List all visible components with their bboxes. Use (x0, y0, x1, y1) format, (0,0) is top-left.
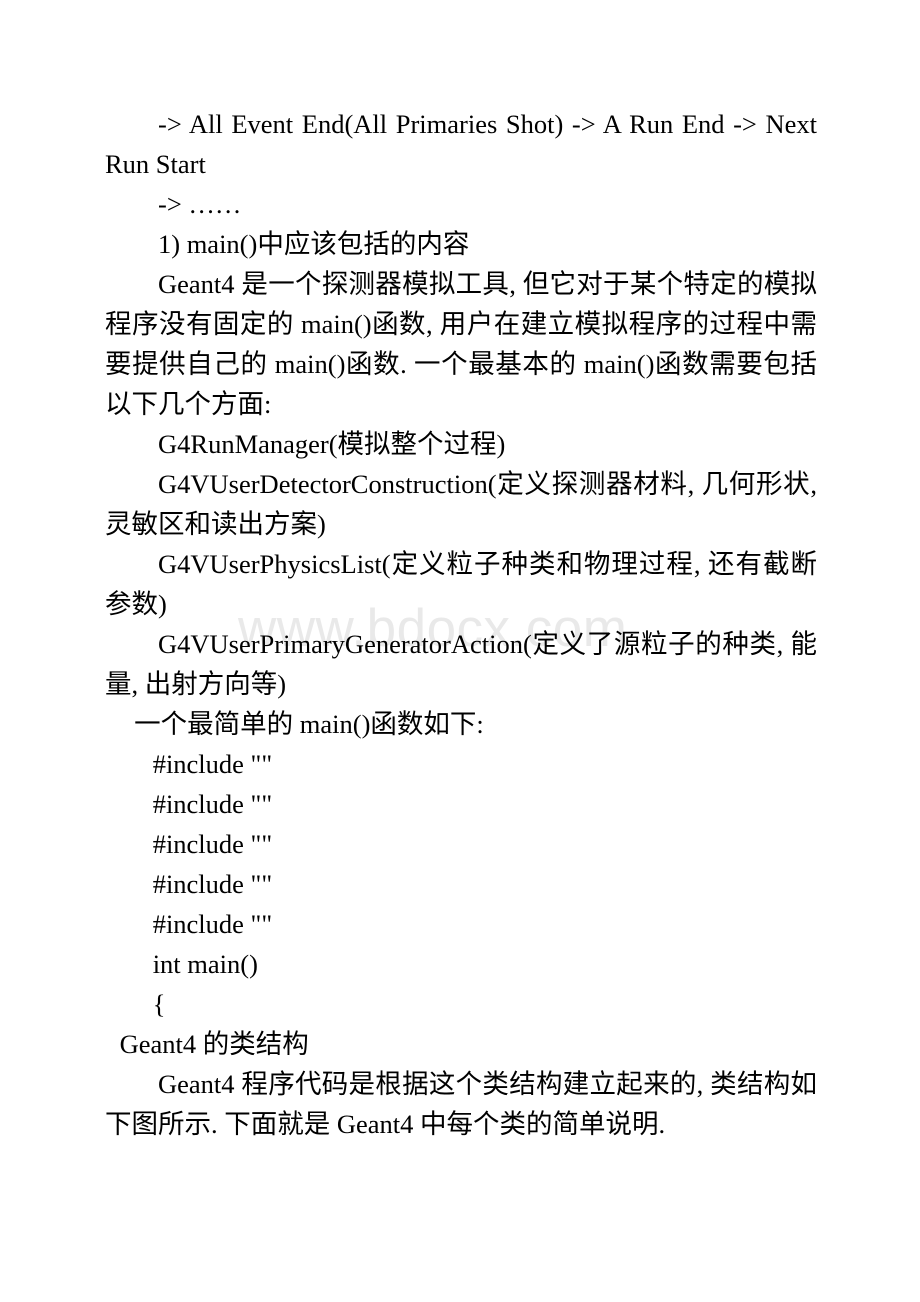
document-body: -> All Event End(All Primaries Shot) -> … (105, 104, 817, 1144)
code-include-line-2: #include "" (152, 789, 273, 819)
flow-line-all-event-end: -> All Event End(All Primaries Shot) -> … (105, 109, 817, 179)
flow-line-ellipsis: -> …… (158, 189, 242, 219)
heading-class-structure: Geant4 的类结构 (119, 1029, 309, 1059)
paragraph-geant4-intro: Geant4 是一个探测器模拟工具, 但它对于某个特定的模拟程序没有固定的 ma… (105, 269, 817, 419)
paragraph-simplest-main-intro: 一个最简单的 main()函数如下: (134, 709, 484, 739)
code-main-signature: int main() (152, 949, 258, 979)
class-g4vuserdetectorconstruction: G4VUserDetectorConstruction(定义探测器材料, 几何形… (105, 469, 817, 539)
paragraph-class-structure: Geant4 程序代码是根据这个类结构建立起来的, 类结构如下图所示. 下面就是… (105, 1069, 817, 1139)
code-open-brace: { (152, 989, 166, 1019)
code-include-line-1: #include "" (152, 749, 273, 779)
class-g4runmanager: G4RunManager(模拟整个过程) (158, 429, 506, 459)
heading-main-contents: 1) main()中应该包括的内容 (158, 229, 470, 259)
class-g4vuserprimarygeneratoraction: G4VUserPrimaryGeneratorAction(定义了源粒子的种类,… (105, 629, 817, 699)
document-page: www.bdocx.com -> All Event End(All Prima… (0, 0, 920, 1302)
code-include-line-4: #include "" (152, 869, 273, 899)
code-include-line-5: #include "" (152, 909, 273, 939)
code-include-line-3: #include "" (152, 829, 273, 859)
class-g4vuserphysicslist: G4VUserPhysicsList(定义粒子种类和物理过程, 还有截断参数) (105, 549, 817, 619)
